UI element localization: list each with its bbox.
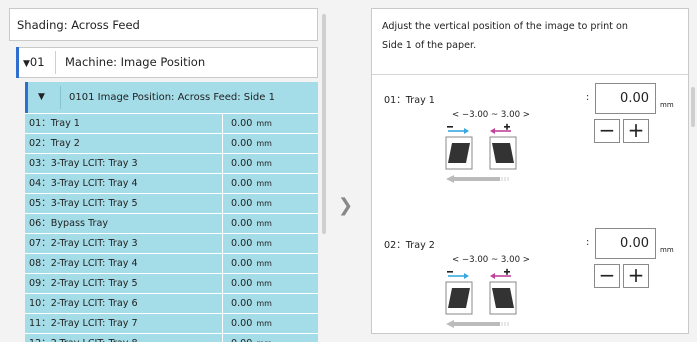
shift-diagram-icon [445,268,517,328]
row-name: 03：3-Tray LCIT: Tray 3 [29,158,138,169]
selection-bar [25,82,28,113]
row-name: 08：2-Tray LCIT: Tray 4 [29,258,138,269]
range-label: < −3.00 ~ 3.00 > [452,110,530,120]
row-name: 05：3-Tray LCIT: Tray 5 [29,198,138,209]
setting-group-label: 0101 Image Position: Across Feed: Side 1 [69,92,275,103]
plus-button[interactable]: + [623,119,649,143]
divider [222,214,223,233]
table-row[interactable]: 12：2-Tray LCIT: Tray 8 0.00mm [25,333,318,342]
right-scrollbar[interactable] [691,87,695,127]
divider [222,334,223,342]
row-name: 07：2-Tray LCIT: Tray 3 [29,238,138,249]
shading-header[interactable]: Shading: Across Feed [9,8,318,41]
shift-diagram-icon [445,123,517,183]
chevron-right-icon: ❯ [338,195,354,216]
divider [222,174,223,193]
divider [60,86,61,109]
row-name: 11：2-Tray LCIT: Tray 7 [29,318,138,329]
row-name: 02：Tray 2 [29,138,80,149]
row-value: 0.00mm [231,158,272,169]
row-value: 0.00mm [231,178,272,189]
row-value: 0.00mm [231,278,272,289]
row-value: 0.00mm [231,318,272,329]
machine-label: Machine: Image Position [65,55,206,69]
table-row[interactable]: 08：2-Tray LCIT: Tray 4 0.00 mm [25,253,318,273]
table-row[interactable]: 03：3-Tray LCIT: Tray 3 0.00 mm [25,153,318,173]
colon: : [586,92,590,103]
row-value: 0.00mm [231,238,272,249]
row-value: 0.00mm [231,198,272,209]
tray-adjust-item: 01：Tray 1:0.00 mm < −3.00 ~ 3.00 > − + [372,83,688,203]
divider [55,51,56,74]
table-row[interactable]: 09：2-Tray LCIT: Tray 5 0.00 mm [25,273,318,293]
table-row[interactable]: 05：3-Tray LCIT: Tray 5 0.00 mm [25,193,318,213]
divider [222,114,223,133]
detail-panel: Adjust the vertical position of the imag… [371,8,689,334]
table-row[interactable]: 01：Tray 1 0.00 mm [25,113,318,133]
setting-group-header[interactable]: ▼ 0101 Image Position: Across Feed: Side… [25,82,318,113]
row-name: 06：Bypass Tray [29,218,109,229]
row-name: 04：3-Tray LCIT: Tray 4 [29,178,138,189]
table-row[interactable]: 11：2-Tray LCIT: Tray 7 0.00 mm [25,313,318,333]
row-name: 09：2-Tray LCIT: Tray 5 [29,278,138,289]
tray-label: 02：Tray 2 [384,240,435,251]
table-row[interactable]: 02：Tray 2 0.00 mm [25,133,318,153]
row-value: 0.00mm [231,298,272,309]
divider [222,294,223,313]
left-scrollbar[interactable] [322,14,326,234]
divider [222,134,223,153]
row-value: 0.00mm [231,138,272,149]
colon: : [586,237,590,248]
value-input[interactable]: 0.00 [595,83,656,114]
divider [222,194,223,213]
minus-button[interactable]: − [594,264,620,288]
machine-code: ▼01 [23,55,45,69]
table-row[interactable]: 04：3-Tray LCIT: Tray 4 0.00 mm [25,173,318,193]
row-name: 12：2-Tray LCIT: Tray 8 [29,334,138,342]
table-row[interactable]: 07：2-Tray LCIT: Tray 3 0.00 mm [25,233,318,253]
plus-button[interactable]: + [623,264,649,288]
divider [222,314,223,333]
machine-category[interactable]: ▼01 Machine: Image Position [16,47,318,78]
row-name: 01：Tray 1 [29,118,80,129]
selection-bar [16,47,19,78]
row-value: 0.00mm [231,258,272,269]
row-value: 0.00mm [231,334,272,342]
row-value: 0.00mm [231,218,272,229]
value-input[interactable]: 0.00 [595,228,656,259]
triangle-down-icon: ▼ [38,92,45,102]
row-value: 0.00mm [231,118,272,129]
divider [222,254,223,273]
divider [222,154,223,173]
unit-label: mm [660,246,674,254]
divider [372,74,688,75]
unit-label: mm [660,101,674,109]
description-text: Adjust the vertical position of the imag… [382,21,628,51]
minus-button[interactable]: − [594,119,620,143]
tray-adjust-item: 02：Tray 2:0.00 mm < −3.00 ~ 3.00 > − + [372,228,688,333]
range-label: < −3.00 ~ 3.00 > [452,255,530,265]
setting-table: ▼ 0101 Image Position: Across Feed: Side… [25,82,318,342]
divider [222,234,223,253]
tray-label: 01：Tray 1 [384,95,435,106]
triangle-down-icon: ▼ [23,59,30,69]
row-name: 10：2-Tray LCIT: Tray 6 [29,298,138,309]
settings-tree-panel: Shading: Across Feed ▼01 Machine: Image … [9,8,320,342]
table-row[interactable]: 10：2-Tray LCIT: Tray 6 0.00 mm [25,293,318,313]
divider [222,274,223,293]
table-row[interactable]: 06：Bypass Tray 0.00 mm [25,213,318,233]
